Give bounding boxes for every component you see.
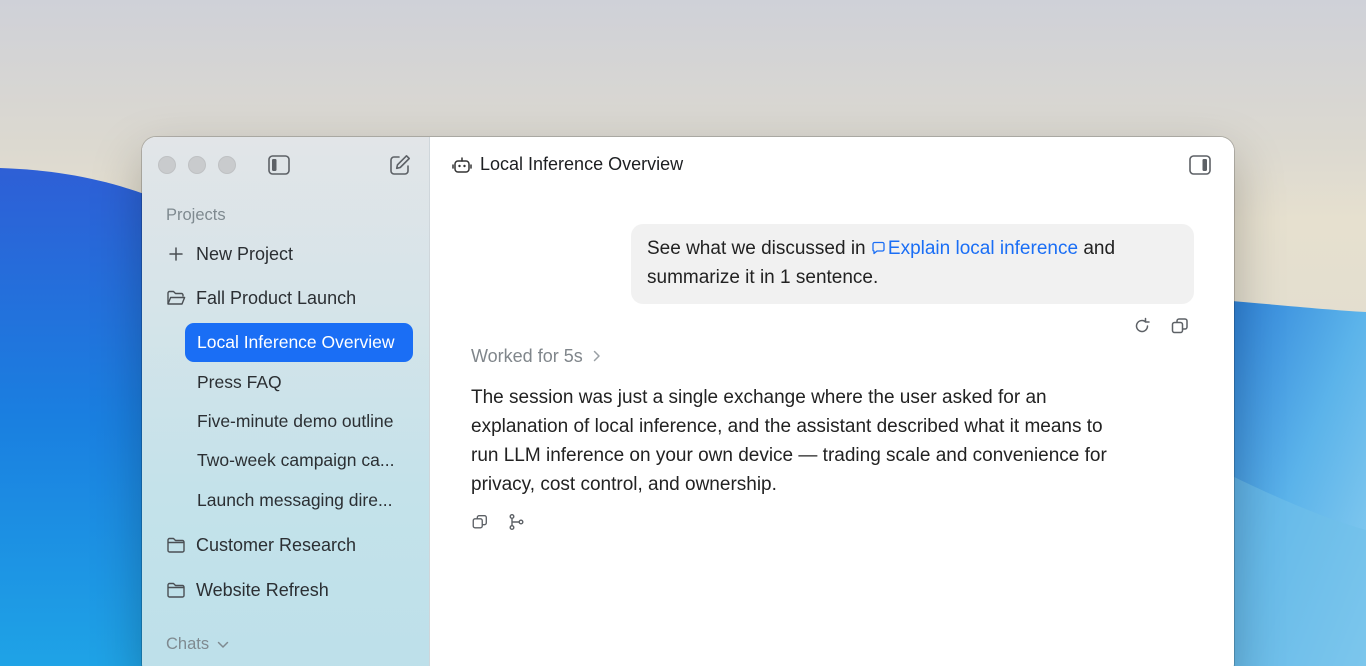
user-message-bubble: See what we discussed in Explain local i… <box>631 224 1194 304</box>
chat-reference-link[interactable]: Explain local inference <box>871 238 1078 259</box>
chat-item-launch-messaging[interactable]: Launch messaging dire... <box>185 481 413 520</box>
chat-reference-label: Explain local inference <box>887 238 1079 259</box>
chat-item-local-inference-overview[interactable]: Local Inference Overview <box>185 323 413 362</box>
new-project-label: New Project <box>196 243 294 264</box>
app-window: Projects New Project Fall Product Launch… <box>142 137 1234 666</box>
zoom-window-button[interactable] <box>218 156 236 174</box>
chat-item-campaign[interactable]: Two-week campaign ca... <box>185 441 413 480</box>
close-window-button[interactable] <box>158 156 176 174</box>
sidebar: Projects New Project Fall Product Launch… <box>142 137 430 666</box>
project-label: Fall Product Launch <box>196 287 357 308</box>
sidebar-toggle-icon[interactable] <box>267 154 291 176</box>
plus-icon <box>166 244 186 264</box>
user-message-actions <box>1132 316 1190 336</box>
project-fall-product-launch[interactable]: Fall Product Launch <box>166 282 356 314</box>
folder-icon <box>166 535 186 555</box>
assistant-message-actions <box>471 513 525 531</box>
chat-pane: Local Inference Overview See what we dis… <box>430 137 1234 666</box>
user-message-prefix: See what we discussed in <box>647 238 866 259</box>
chats-section-label: Chats <box>166 635 210 653</box>
window-controls <box>158 156 236 174</box>
projects-section-label: Projects <box>166 206 226 224</box>
chats-section-toggle[interactable]: Chats <box>166 635 229 654</box>
worked-for-toggle[interactable]: Worked for 5s <box>471 346 601 367</box>
chat-item-demo-outline[interactable]: Five-minute demo outline <box>185 402 413 441</box>
worked-for-label: Worked for 5s <box>471 346 583 366</box>
chat-item-press-faq[interactable]: Press FAQ <box>185 363 413 402</box>
project-customer-research[interactable]: Customer Research <box>166 529 356 561</box>
project-website-refresh[interactable]: Website Refresh <box>166 574 329 606</box>
retry-icon[interactable] <box>1132 316 1152 336</box>
project-label: Customer Research <box>196 534 357 555</box>
right-panel-toggle-icon[interactable] <box>1188 154 1212 176</box>
chevron-down-icon <box>217 635 229 654</box>
assistant-message: The session was just a single exchange w… <box>471 387 1107 495</box>
copy-icon[interactable] <box>1170 316 1190 336</box>
folder-icon <box>166 580 186 600</box>
branch-icon[interactable] <box>507 513 525 531</box>
speech-bubble-icon <box>872 241 885 255</box>
minimize-window-button[interactable] <box>188 156 206 174</box>
chevron-right-icon <box>593 346 601 367</box>
new-chat-icon[interactable] <box>388 153 412 177</box>
project-label: Website Refresh <box>196 579 329 600</box>
open-folder-icon <box>166 288 186 308</box>
bot-icon <box>452 155 472 175</box>
chat-title: Local Inference Overview <box>480 154 684 174</box>
new-project-button[interactable]: New Project <box>166 238 293 270</box>
copy-icon[interactable] <box>471 513 489 531</box>
